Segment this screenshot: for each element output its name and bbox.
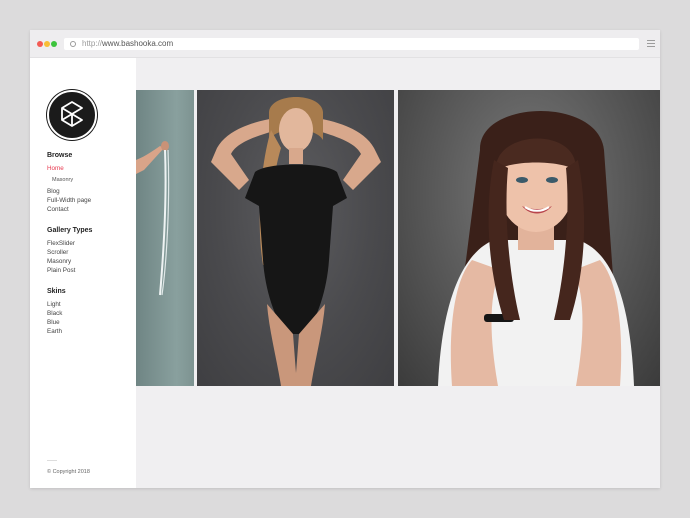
nav-skin-earth[interactable]: Earth	[47, 328, 62, 336]
gallery-types-heading: Gallery Types	[47, 227, 93, 234]
sidebar: Browse Home Masonry Blog Full-Width page…	[30, 58, 136, 488]
nav-masonry[interactable]: Masonry	[47, 258, 71, 266]
search-icon	[70, 41, 76, 47]
nav-blog[interactable]: Blog	[47, 188, 60, 196]
photo-woman-teal-background-partial[interactable]	[136, 90, 194, 386]
photo-woman-black-bodysuit[interactable]	[197, 90, 394, 386]
browser-window: http://www.bashooka.com Browse Home Maso…	[30, 30, 660, 488]
maximize-window-icon[interactable]	[51, 41, 57, 47]
nav-masonry-sub[interactable]: Masonry	[52, 176, 73, 184]
nav-skin-light[interactable]: Light	[47, 301, 61, 309]
nav-full-width-page[interactable]: Full-Width page	[47, 197, 91, 205]
nav-skin-black[interactable]: Black	[47, 310, 62, 318]
browse-heading: Browse	[47, 152, 73, 159]
nav-home[interactable]: Home	[47, 165, 64, 173]
nav-plain-post[interactable]: Plain Post	[47, 267, 75, 275]
minimize-window-icon[interactable]	[44, 41, 50, 47]
copyright-text: © Copyright 2018	[47, 469, 90, 475]
skins-heading: Skins	[47, 288, 66, 295]
nav-skin-blue[interactable]: Blue	[47, 319, 60, 327]
address-bar[interactable]: http://www.bashooka.com	[64, 38, 639, 50]
logo-mark-icon	[61, 101, 83, 127]
photo-woman-brunette-bangs-smiling[interactable]	[398, 90, 660, 386]
sidebar-divider	[47, 460, 57, 461]
address-text[interactable]: http://www.bashooka.com	[82, 38, 173, 50]
nav-scroller[interactable]: Scroller	[47, 249, 68, 257]
close-window-icon[interactable]	[37, 41, 43, 47]
browser-toolbar: http://www.bashooka.com	[30, 30, 660, 58]
site-logo[interactable]	[47, 90, 97, 140]
nav-flexslider[interactable]: FlexSlider	[47, 240, 75, 248]
nav-contact[interactable]: Contact	[47, 206, 69, 214]
hamburger-menu-icon[interactable]	[647, 40, 655, 47]
